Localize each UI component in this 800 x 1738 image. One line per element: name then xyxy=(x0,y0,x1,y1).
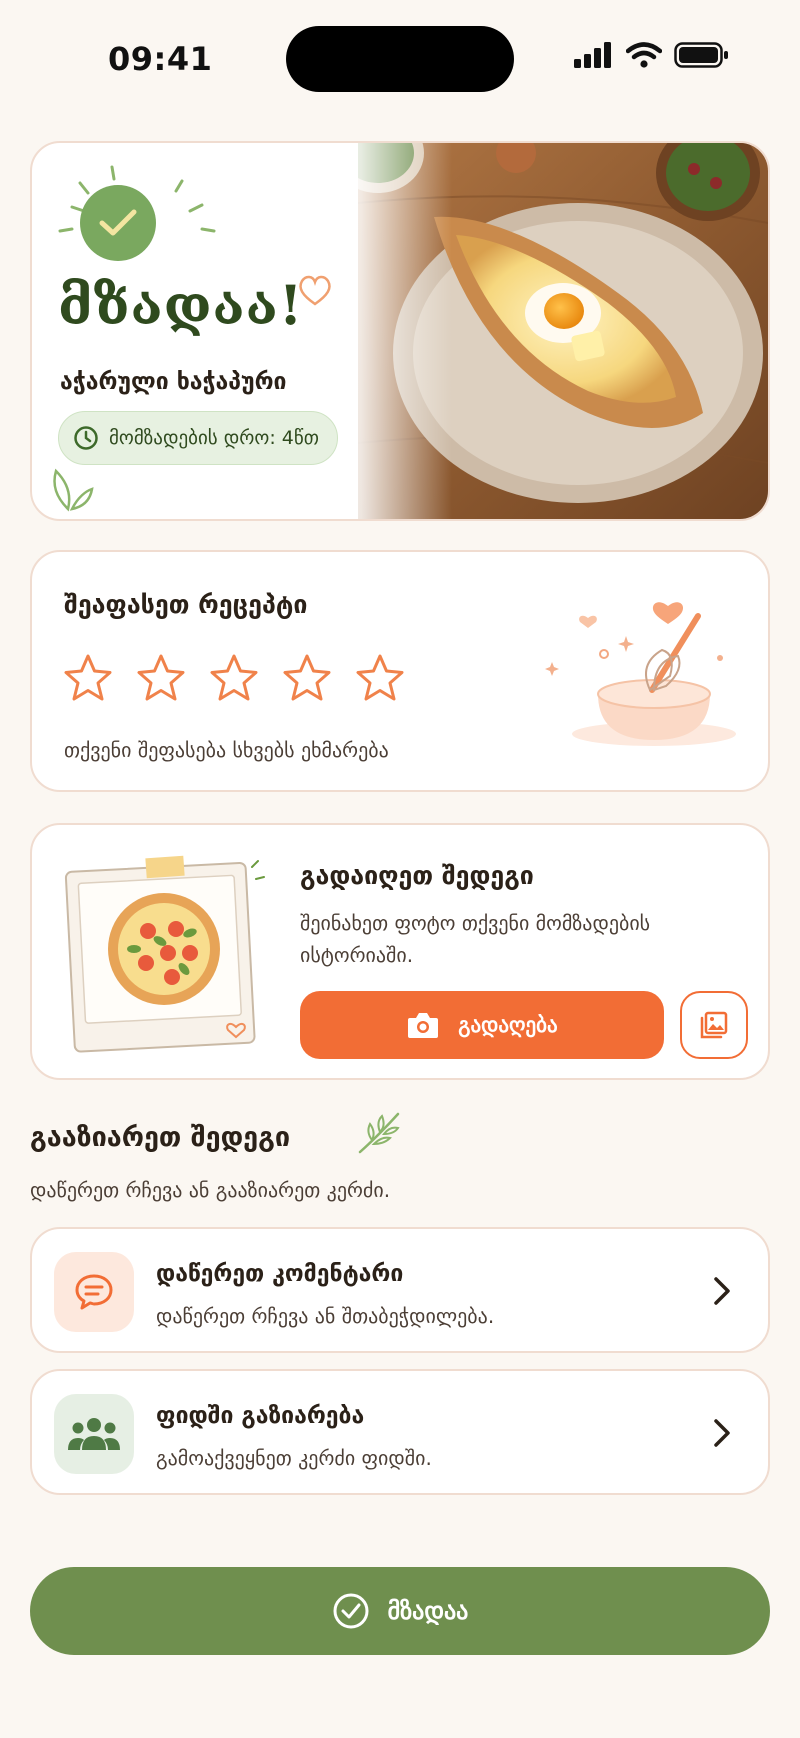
share-section-title: გააზიარეთ შედეგი xyxy=(30,1122,291,1153)
status-time: 09:41 xyxy=(108,40,213,78)
pizza-polaroid-illustration xyxy=(64,855,265,1053)
hero-card: მზადაა! აჭარული ხაჭაპური მომზადების დრო:… xyxy=(30,141,770,521)
comment-icon xyxy=(54,1252,134,1332)
wifi-icon xyxy=(626,42,662,68)
chevron-right-icon xyxy=(714,1277,730,1305)
star-4-icon[interactable] xyxy=(281,652,333,704)
write-comment-row[interactable]: დაწერეთ კომენტარი დაწერეთ რჩევა ან შთაბე… xyxy=(30,1227,770,1353)
gallery-button[interactable] xyxy=(680,991,748,1059)
success-check-icon xyxy=(80,185,156,261)
take-photo-card: გადაიღეთ შედეგი შეინახეთ ფოტო თქვენი მომ… xyxy=(30,823,770,1080)
done-label: მზადაა xyxy=(387,1597,469,1625)
camera-icon xyxy=(408,1013,439,1038)
photo-description: შეინახეთ ფოტო თქვენი მომზადების ისტორიაშ… xyxy=(300,911,651,967)
star-3-icon[interactable] xyxy=(208,652,260,704)
status-bar: 09:41 xyxy=(0,0,800,120)
star-5-icon[interactable] xyxy=(354,652,406,704)
page-title: მზადაა! xyxy=(58,273,304,337)
take-photo-label: გადაღება xyxy=(458,1013,558,1037)
photo-title: გადაიღეთ შედეგი xyxy=(300,861,534,890)
feed-row-title: ფიდში გაზიარება xyxy=(156,1403,365,1429)
star-1-icon[interactable] xyxy=(62,652,114,704)
dynamic-island xyxy=(286,26,514,92)
heart-icon xyxy=(299,275,331,306)
dish-name: აჭარული ხაჭაპური xyxy=(60,369,287,395)
take-photo-button[interactable]: გადაღება xyxy=(300,991,664,1059)
check-circle-icon xyxy=(333,1593,369,1629)
group-icon xyxy=(54,1394,134,1474)
clock-icon xyxy=(74,426,98,450)
comment-row-subtitle: დაწერეთ რჩევა ან შთაბეჭდილება. xyxy=(156,1304,495,1328)
rating-title: შეაფასეთ რეცეპტი xyxy=(64,590,308,619)
gallery-icon xyxy=(700,1011,728,1039)
signal-icon xyxy=(574,42,611,68)
battery-icon xyxy=(674,42,728,68)
feed-row-subtitle: გამოაქვეყნეთ კერძი ფიდში. xyxy=(156,1446,432,1470)
whisk-bowl-illustration xyxy=(545,602,736,746)
hero-fade xyxy=(312,143,452,519)
done-button[interactable]: მზადაა xyxy=(30,1567,770,1655)
comment-row-title: დაწერეთ კომენტარი xyxy=(156,1261,404,1287)
rating-hint: თქვენი შეფასება სხვებს ეხმარება xyxy=(64,738,389,762)
status-icons xyxy=(574,42,730,68)
prep-time-label: მომზადების დრო: 4წთ xyxy=(109,427,319,449)
chevron-right-icon xyxy=(714,1419,730,1447)
share-section-subtitle: დაწერეთ რჩევა ან გააზიარეთ კერძი. xyxy=(30,1178,391,1202)
star-rating xyxy=(62,652,406,704)
prep-time-badge: მომზადების დრო: 4წთ xyxy=(58,411,338,465)
sprig-icon xyxy=(358,1112,400,1154)
rating-card: შეაფასეთ რეცეპტი თქვენი შეფასება სხვებს … xyxy=(30,550,770,792)
star-2-icon[interactable] xyxy=(135,652,187,704)
share-to-feed-row[interactable]: ფიდში გაზიარება გამოაქვეყნეთ კერძი ფიდში… xyxy=(30,1369,770,1495)
leaf-icon xyxy=(53,468,94,512)
